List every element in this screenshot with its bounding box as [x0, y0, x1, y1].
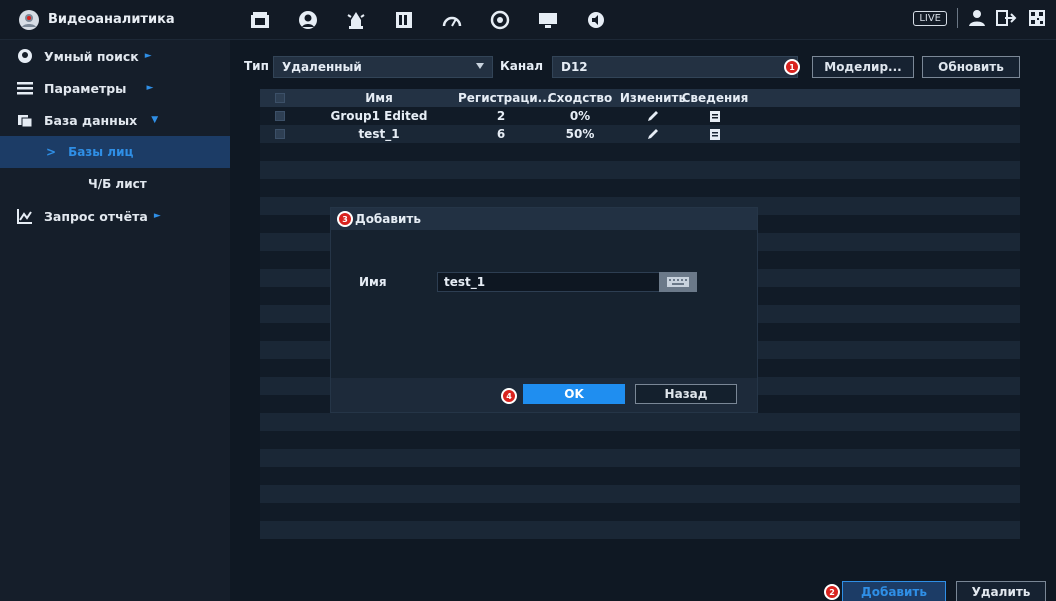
table-row-empty — [260, 521, 1020, 539]
top-right-controls: LIVE — [913, 8, 1046, 28]
table-row-empty — [260, 503, 1020, 521]
cell-name: Group1 Edited — [330, 109, 428, 123]
channel-select-value: D12 — [561, 60, 588, 74]
sidebar-item-label: База данных — [44, 112, 138, 128]
row-checkbox[interactable] — [275, 111, 285, 121]
chevron-down-icon: ▼ — [151, 115, 159, 125]
sidebar-item-face-bases[interactable]: > Базы лиц — [0, 136, 230, 168]
type-label: Тип — [244, 59, 269, 73]
target-icon[interactable] — [476, 8, 524, 32]
table-row-empty — [260, 179, 1020, 197]
cell-similarity: 0% — [569, 109, 591, 123]
table-row[interactable]: test_1 6 50% — [260, 125, 1020, 143]
dialog-footer: 4 OK Назад — [331, 378, 757, 412]
keyboard-button[interactable] — [659, 272, 697, 292]
table-row-empty — [260, 485, 1020, 503]
table-row-empty — [260, 413, 1020, 431]
col-edit: Изменить — [619, 91, 687, 105]
select-all-checkbox[interactable] — [275, 93, 285, 103]
divider — [957, 8, 958, 28]
list-icon — [16, 79, 34, 97]
logout-icon[interactable] — [996, 9, 1018, 27]
add-button[interactable]: Добавить — [842, 581, 946, 601]
add-dialog: 3 Добавить Имя test_1 4 OK Назад — [330, 207, 758, 413]
step-badge-4: 4 — [501, 388, 517, 404]
sidebar-item-bw-list[interactable]: Ч/Б лист — [0, 168, 230, 200]
cell-name: test_1 — [358, 127, 400, 141]
col-info: Сведения — [681, 91, 749, 105]
table-header: Имя Регистраци... Сходство Изменить Свед… — [260, 89, 1020, 107]
col-name: Имя — [365, 91, 393, 105]
database-icon — [16, 111, 34, 129]
sidebar-item-report-query[interactable]: Запрос отчёта ► — [0, 200, 230, 232]
user-icon[interactable] — [968, 9, 986, 27]
search-person-icon — [16, 47, 34, 65]
step-badge-2: 2 — [824, 584, 840, 600]
sidebar-item-label: Параметры — [44, 80, 127, 96]
qr-icon[interactable] — [1028, 9, 1046, 27]
name-input[interactable]: test_1 — [437, 272, 661, 292]
audio-icon[interactable] — [572, 8, 620, 32]
top-bar: Видеоаналитика LIVE — [0, 0, 1056, 40]
ok-button[interactable]: OK — [523, 384, 625, 404]
top-toolbar — [236, 8, 620, 32]
name-field-label: Имя — [359, 275, 387, 289]
table-row-empty — [260, 449, 1020, 467]
sidebar-item-parameters[interactable]: Параметры ► — [0, 72, 230, 104]
sidebar-item-label: Базы лиц — [68, 145, 134, 159]
table-row-empty — [260, 143, 1020, 161]
step-badge-3: 3 — [337, 211, 353, 227]
channel-label: Канал — [500, 59, 544, 73]
keyboard-icon — [667, 277, 689, 287]
table-row[interactable]: Group1 Edited 2 0% — [260, 107, 1020, 125]
sidebar-item-label: Умный поиск — [44, 48, 139, 64]
sidebar: Умный поиск ► Параметры ► База данных ▼ … — [0, 40, 230, 601]
edit-pencil-icon[interactable] — [647, 110, 659, 122]
sidebar-item-label: Запрос отчёта — [44, 208, 148, 224]
table-row-empty — [260, 161, 1020, 179]
type-select-value: Удаленный — [282, 60, 362, 74]
alarm-icon[interactable] — [332, 8, 380, 32]
details-icon[interactable] — [710, 110, 720, 122]
storage-icon[interactable] — [380, 8, 428, 32]
camera-icon[interactable] — [236, 8, 284, 32]
chevron-right-icon: ► — [144, 51, 152, 61]
col-registration: Регистраци... — [458, 91, 552, 105]
sidebar-item-database[interactable]: База данных ▼ — [0, 104, 230, 136]
back-button[interactable]: Назад — [635, 384, 737, 404]
model-button[interactable]: Моделир... — [812, 56, 914, 78]
chevron-right-icon: ► — [153, 211, 161, 221]
gauge-icon[interactable] — [428, 8, 476, 32]
row-checkbox[interactable] — [275, 129, 285, 139]
chart-icon — [16, 207, 34, 225]
refresh-button[interactable]: Обновить — [922, 56, 1020, 78]
step-badge-1: 1 — [784, 59, 800, 75]
col-similarity: Сходство — [547, 91, 613, 105]
name-input-value: test_1 — [444, 275, 486, 289]
table-row-empty — [260, 467, 1020, 485]
cell-registration: 6 — [496, 127, 506, 141]
sidebar-item-label: Ч/Б лист — [88, 177, 147, 191]
face-icon[interactable] — [284, 8, 332, 32]
dialog-header: 3 Добавить — [331, 208, 757, 230]
monitor-icon[interactable] — [524, 8, 572, 32]
dialog-title: Добавить — [355, 212, 421, 226]
type-select[interactable]: Удаленный — [273, 56, 493, 78]
live-button[interactable]: LIVE — [913, 10, 947, 26]
details-icon[interactable] — [710, 128, 720, 140]
dropdown-caret-icon — [476, 63, 484, 69]
channel-select[interactable]: D12 — [552, 56, 798, 78]
chevron-right-icon: > — [46, 145, 57, 159]
cell-similarity: 50% — [565, 127, 595, 141]
cell-registration: 2 — [496, 109, 506, 123]
delete-button[interactable]: Удалить — [956, 581, 1046, 601]
edit-pencil-icon[interactable] — [647, 128, 659, 140]
sidebar-item-smart-search[interactable]: Умный поиск ► — [0, 40, 230, 72]
main-panel: Тип Удаленный Канал D12 1 Моделир... Обн… — [230, 40, 1056, 601]
table-row-empty — [260, 431, 1020, 449]
chevron-right-icon: ► — [146, 83, 154, 93]
face-analytics-icon — [19, 10, 39, 30]
app-title: Видеоаналитика — [48, 12, 175, 27]
